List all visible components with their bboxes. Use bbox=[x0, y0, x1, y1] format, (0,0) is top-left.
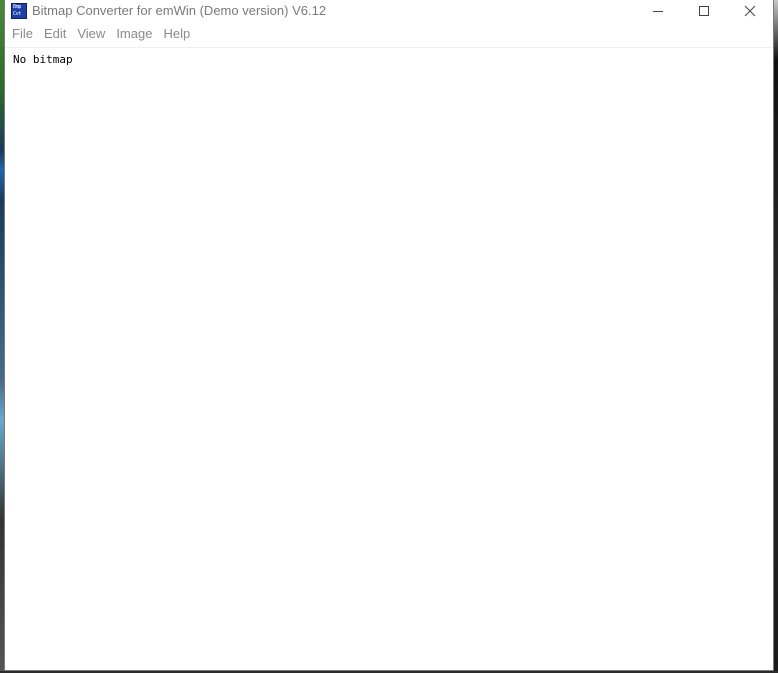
app-window: Bmp Cvt Bitmap Converter for emWin (Demo… bbox=[4, 0, 774, 671]
menu-bar: File Edit View Image Help bbox=[5, 21, 773, 48]
document-area[interactable]: No bitmap bbox=[5, 48, 773, 670]
no-bitmap-message: No bitmap bbox=[13, 53, 73, 66]
app-icon-text-bottom: Cvt bbox=[13, 10, 22, 17]
maximize-button[interactable] bbox=[681, 0, 727, 21]
minimize-icon bbox=[653, 10, 663, 12]
menu-view[interactable]: View bbox=[72, 21, 110, 47]
maximize-icon bbox=[699, 5, 709, 16]
desktop-background-right bbox=[774, 0, 778, 673]
menu-help[interactable]: Help bbox=[158, 21, 195, 47]
menu-image[interactable]: Image bbox=[111, 21, 157, 47]
close-button[interactable] bbox=[727, 0, 773, 21]
menu-file[interactable]: File bbox=[7, 21, 38, 47]
menu-edit[interactable]: Edit bbox=[39, 21, 71, 47]
bmp-cvt-app-icon[interactable]: Bmp Cvt bbox=[11, 2, 27, 19]
minimize-button[interactable] bbox=[635, 0, 681, 21]
caption-buttons bbox=[635, 0, 773, 21]
title-bar[interactable]: Bmp Cvt Bitmap Converter for emWin (Demo… bbox=[5, 0, 773, 21]
window-title: Bitmap Converter for emWin (Demo version… bbox=[32, 3, 327, 18]
app-icon-text-top: Bmp bbox=[13, 3, 22, 10]
close-icon bbox=[744, 5, 756, 16]
